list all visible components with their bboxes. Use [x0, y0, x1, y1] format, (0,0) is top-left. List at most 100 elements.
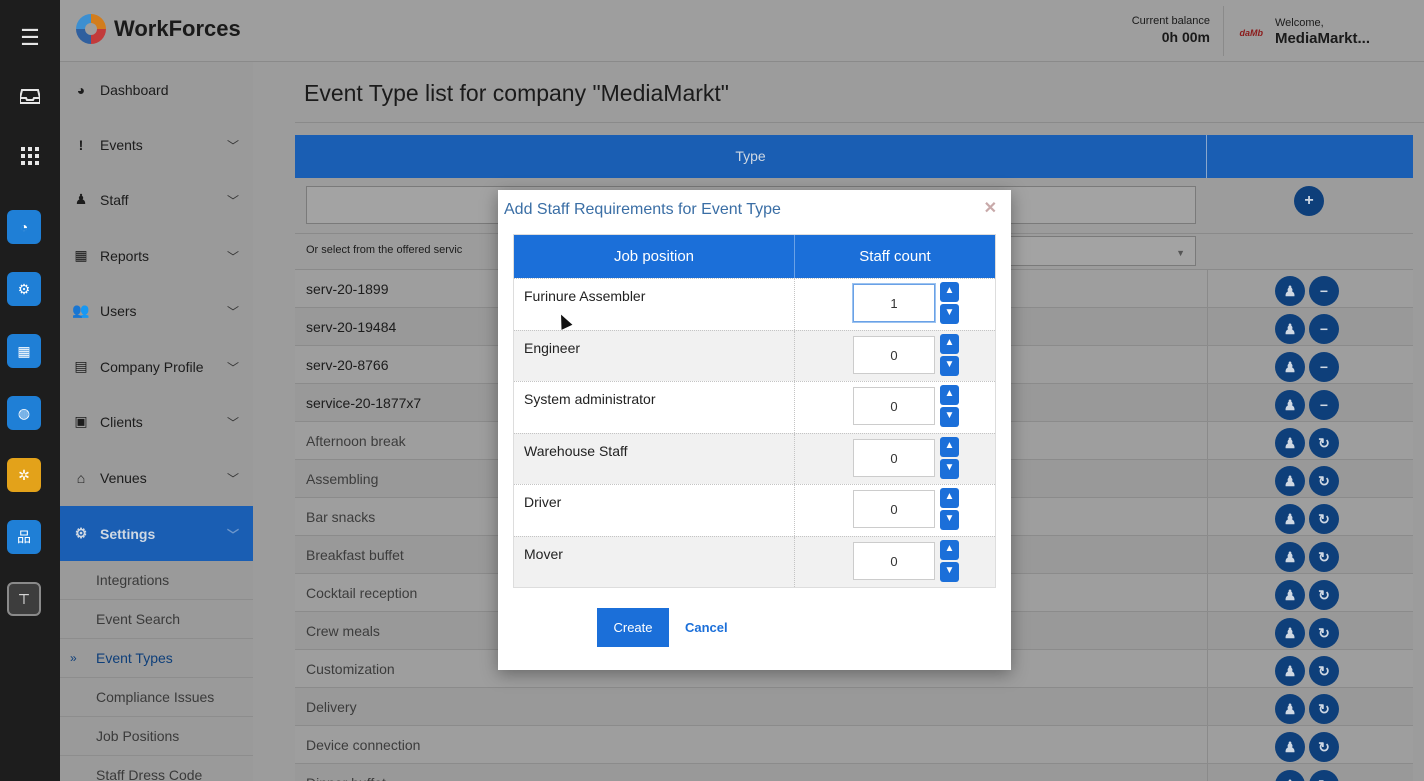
staff-count-input[interactable]: 0 [853, 387, 935, 425]
increment-icon[interactable]: ▲ [940, 488, 959, 508]
restore-button[interactable]: ↻ [1309, 694, 1339, 724]
sub-item-label: Compliance Issues [96, 689, 215, 705]
settings-sub-job-positions[interactable]: Job Positions [60, 717, 253, 756]
staff-count-cell: 0 ▲ ▼ [795, 485, 995, 536]
restore-button[interactable]: ↻ [1309, 732, 1339, 762]
briefcase-gear-icon[interactable]: ⚙ [7, 272, 41, 306]
sub-item-label: Staff Dress Code [96, 767, 203, 781]
column-separator [1207, 460, 1208, 497]
decrement-icon[interactable]: ▼ [940, 407, 959, 427]
staff-requirements-button[interactable]: ♟ [1275, 352, 1305, 382]
table-row[interactable]: Dinner buffet♟↻ [295, 764, 1413, 781]
staff-requirements-button[interactable]: ♟ [1275, 580, 1305, 610]
staff-count-input[interactable]: 0 [853, 438, 935, 477]
globe-gear-icon[interactable]: ◍ [7, 396, 41, 430]
decrement-icon[interactable]: ▼ [940, 561, 959, 582]
staff-requirements-button[interactable]: ♟ [1275, 390, 1305, 420]
staff-requirements-button[interactable]: ♟ [1275, 732, 1305, 762]
event-type-name: Cocktail reception [306, 585, 418, 601]
event-type-name: Customization [306, 661, 395, 677]
remove-button[interactable]: − [1309, 352, 1339, 382]
staff-requirements-button[interactable]: ♟ [1275, 276, 1305, 306]
remove-button[interactable]: − [1309, 390, 1339, 420]
staff-requirements-button[interactable]: ♟ [1275, 314, 1305, 344]
staff-requirements-button[interactable]: ♟ [1275, 618, 1305, 648]
sidebar-item-staff[interactable]: ♟ Staff ﹀ [60, 172, 253, 227]
table-row[interactable]: Delivery ♟ ↻ [295, 688, 1413, 726]
remove-button[interactable]: − [1309, 276, 1339, 306]
sidebar-item-clients[interactable]: ▣ Clients ﹀ [60, 394, 253, 449]
event-type-name: Device connection [306, 737, 421, 753]
increment-icon[interactable]: ▲ [940, 385, 959, 405]
staff-count-input[interactable]: 0 [853, 490, 935, 528]
add-type-button[interactable]: + [1294, 186, 1324, 216]
shield-icon[interactable]: ⊤ [7, 582, 41, 616]
restore-button[interactable]: ↻ [1309, 466, 1339, 496]
row-actions: ♟ − [1275, 352, 1339, 382]
restore-button[interactable]: ↻ [1309, 770, 1339, 781]
increment-icon[interactable]: ▲ [940, 333, 959, 354]
gauge-icon[interactable]: ◔ [7, 210, 41, 244]
staff-count-input[interactable]: 0 [853, 335, 935, 374]
staff-requirements-button[interactable]: ♟ [1275, 770, 1305, 781]
sidebar-item-settings[interactable]: ⚙ Settings ﹀ [60, 506, 253, 561]
count-stepper: ▲ ▼ [940, 385, 959, 427]
settings-sub-staff-dress-code[interactable]: Staff Dress Code [60, 756, 253, 781]
title-divider [295, 122, 1424, 123]
requirement-row: Warehouse Staff 0 ▲ ▼ [514, 432, 995, 484]
decrement-icon[interactable]: ▼ [940, 458, 959, 479]
staff-requirements-button[interactable]: ♟ [1275, 428, 1305, 458]
settings-sub-event-search[interactable]: Event Search [60, 600, 253, 639]
puzzle-gear-icon[interactable]: ✲ [7, 458, 41, 492]
job-position-name: Driver [514, 485, 795, 536]
sidebar-item-label: Clients [100, 413, 143, 430]
sidebar-item-venues[interactable]: ⌂ Venues ﹀ [60, 450, 253, 505]
settings-sub-event-types[interactable]: » Event Types [60, 639, 253, 678]
increment-icon[interactable]: ▲ [940, 539, 959, 560]
row-actions: ♟↻ [1275, 428, 1339, 458]
restore-button[interactable]: ↻ [1309, 542, 1339, 572]
sidebar-item-company-profile[interactable]: ▤ Company Profile ﹀ [60, 339, 253, 394]
restore-button[interactable]: ↻ [1309, 428, 1339, 458]
requirements-body: Furinure Assembler 1 ▲ ▼ Engineer 0 ▲ ▼ System a… [514, 278, 995, 587]
close-icon[interactable]: ✕ [984, 198, 997, 218]
table-row[interactable]: Device connection ♟ ↻ [295, 726, 1413, 764]
decrement-icon[interactable]: ▼ [940, 510, 959, 530]
staff-requirements-button[interactable]: ♟ [1275, 656, 1305, 686]
sidebar-item-dashboard[interactable]: ◕ Dashboard [60, 62, 253, 117]
hierarchy-icon[interactable]: 品 [7, 520, 41, 554]
remove-button[interactable]: − [1309, 314, 1339, 344]
event-type-name: serv-20-1899 [306, 281, 389, 297]
building-grid-icon[interactable]: ▦ [7, 334, 41, 368]
inbox-icon[interactable] [0, 68, 60, 124]
staff-requirements-button[interactable]: ♟ [1275, 694, 1305, 724]
dropdown-arrow-icon: ▼ [1176, 248, 1185, 258]
increment-icon[interactable]: ▲ [940, 436, 959, 457]
staff-count-input[interactable]: 1 [853, 284, 935, 322]
restore-button[interactable]: ↻ [1309, 656, 1339, 686]
apps-grid-icon[interactable] [0, 128, 60, 184]
decrement-icon[interactable]: ▼ [940, 355, 959, 376]
create-button[interactable]: Create [597, 608, 669, 647]
requirements-header: Job position Staff count [514, 235, 995, 278]
restore-button[interactable]: ↻ [1309, 618, 1339, 648]
restore-button[interactable]: ↻ [1309, 504, 1339, 534]
column-separator [1207, 346, 1208, 383]
hamburger-icon[interactable]: ☰ [0, 10, 60, 66]
app-logo[interactable]: WorkForces [76, 14, 241, 44]
staff-count-cell: 0 ▲ ▼ [795, 382, 995, 433]
settings-sub-integrations[interactable]: Integrations [60, 561, 253, 600]
sidebar-item-reports[interactable]: ▦ Reports ﹀ [60, 228, 253, 283]
staff-requirements-button[interactable]: ♟ [1275, 542, 1305, 572]
sidebar-item-users[interactable]: 👥 Users ﹀ [60, 283, 253, 338]
sidebar-item-events[interactable]: ! Events ﹀ [60, 117, 253, 172]
cancel-button[interactable]: Cancel [685, 620, 728, 635]
staff-count-input[interactable]: 0 [853, 541, 935, 580]
settings-sub-compliance-issues[interactable]: Compliance Issues [60, 678, 253, 717]
decrement-icon[interactable]: ▼ [940, 304, 959, 324]
restore-button[interactable]: ↻ [1309, 580, 1339, 610]
increment-icon[interactable]: ▲ [940, 282, 959, 302]
staff-requirements-button[interactable]: ♟ [1275, 466, 1305, 496]
user-menu[interactable]: Welcome, MediaMarkt... [1275, 17, 1370, 48]
staff-requirements-button[interactable]: ♟ [1275, 504, 1305, 534]
